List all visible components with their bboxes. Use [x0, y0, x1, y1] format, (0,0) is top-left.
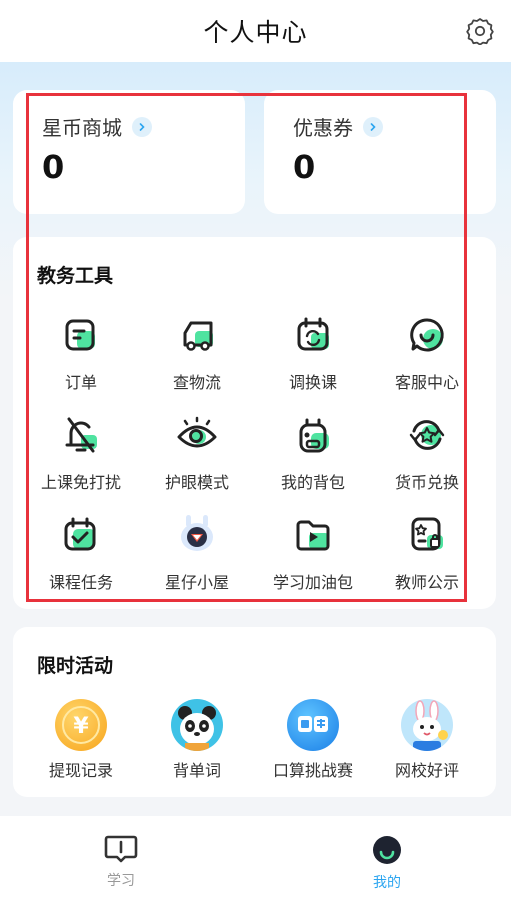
- folder-play-icon: [296, 520, 330, 551]
- coupon-card[interactable]: 优惠券 0: [264, 90, 496, 214]
- study-icon: [104, 835, 138, 863]
- section-title: 限时活动: [37, 655, 114, 677]
- tool-logistics[interactable]: 查物流: [137, 315, 257, 393]
- coupon-label: 优惠券: [293, 116, 353, 140]
- bottom-tab-bar: 学习 我的: [0, 816, 511, 900]
- calendar-check-icon: [64, 517, 96, 551]
- svg-text:¥: ¥: [73, 714, 89, 739]
- backpack-icon: [299, 418, 329, 453]
- academic-tools-section: 教务工具 订单 查物流 调换课 客服中心 上课免打扰 护眼模式 我的背包 货币兑…: [13, 237, 496, 609]
- tool-order[interactable]: 订单: [21, 315, 141, 393]
- chat-bubble-icon: [410, 318, 444, 352]
- tool-teacher-notice[interactable]: 教师公示: [367, 515, 487, 593]
- tool-study-pack[interactable]: 学习加油包: [253, 515, 373, 593]
- tab-profile-label: 我的: [373, 875, 401, 891]
- teacher-badge-icon: [411, 517, 443, 551]
- chevron-right-icon: [132, 116, 152, 137]
- star-coin-mall-card[interactable]: 星币商城 0: [13, 90, 245, 214]
- activity-withdraw-records[interactable]: ¥ 提现记录: [21, 699, 141, 781]
- tool-eye-care[interactable]: 护眼模式: [137, 415, 257, 493]
- yuan-coin-icon: ¥: [55, 699, 107, 751]
- activity-vocabulary[interactable]: 背单词: [137, 699, 257, 781]
- tool-course-tasks[interactable]: 课程任务: [21, 515, 141, 593]
- tool-star-house[interactable]: 星仔小屋: [137, 515, 257, 593]
- tool-customer-service[interactable]: 客服中心: [367, 315, 487, 393]
- section-title: 教务工具: [37, 265, 114, 287]
- eye-icon: [177, 416, 217, 448]
- tab-profile[interactable]: 我的: [347, 834, 427, 892]
- order-icon: [65, 319, 95, 351]
- calculator-icon: [287, 699, 339, 751]
- truck-icon: [183, 321, 213, 351]
- calendar-swap-icon: [297, 317, 329, 351]
- tab-study-label: 学习: [107, 873, 135, 889]
- bunny-icon: [401, 699, 453, 751]
- robot-icon: [181, 515, 213, 551]
- chevron-right-icon: [363, 116, 383, 137]
- activity-school-review[interactable]: 网校好评: [367, 699, 487, 781]
- tab-study[interactable]: 学习: [81, 834, 161, 890]
- page-title: 个人中心: [203, 18, 308, 47]
- profile-icon: [373, 836, 401, 864]
- panda-icon: [171, 699, 223, 751]
- top-header: 个人中心: [0, 0, 511, 62]
- coupon-value: 0: [293, 148, 316, 186]
- tool-backpack[interactable]: 我的背包: [253, 415, 373, 493]
- star-coin-value: 0: [42, 148, 65, 186]
- star-coin-mall-label: 星币商城: [42, 116, 122, 140]
- exchange-icon: [409, 420, 445, 450]
- limited-activities-section: 限时活动 ¥ 提现记录 背单词 口算挑战赛 网校好评: [13, 627, 496, 797]
- gear-icon[interactable]: [466, 17, 494, 45]
- bell-off-icon: [65, 417, 97, 453]
- tool-do-not-disturb[interactable]: 上课免打扰: [21, 415, 141, 493]
- activity-mental-math-challenge[interactable]: 口算挑战赛: [253, 699, 373, 781]
- tool-course-swap[interactable]: 调换课: [253, 315, 373, 393]
- tool-currency-exchange[interactable]: 货币兑换: [367, 415, 487, 493]
